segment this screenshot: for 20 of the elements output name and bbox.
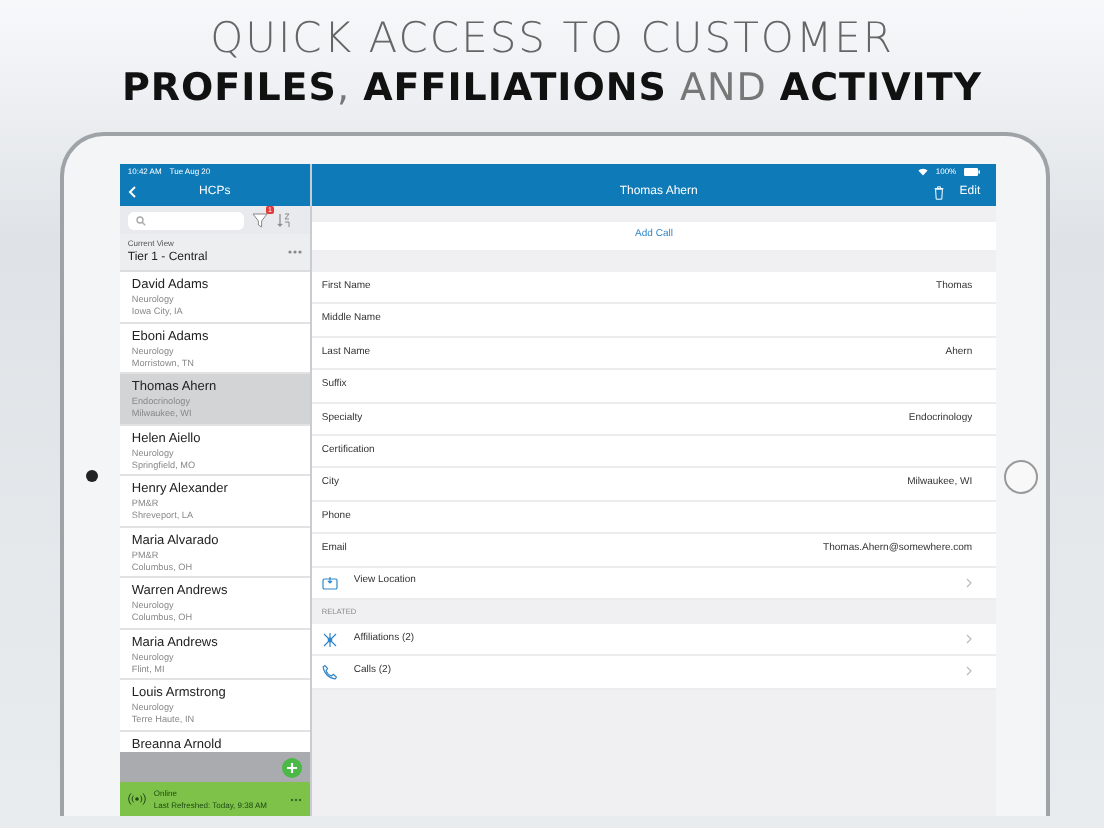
filter-icon[interactable] (251, 212, 268, 228)
phone-icon (321, 663, 338, 680)
search-icon (135, 215, 146, 225)
home-button[interactable] (1004, 459, 1039, 493)
chevron-icon (966, 634, 973, 645)
camera-icon (85, 470, 98, 482)
sort-icon[interactable] (275, 212, 290, 228)
back-icon[interactable] (127, 186, 136, 198)
add-button[interactable] (281, 757, 302, 777)
battery-icon (964, 167, 981, 175)
trash-icon[interactable] (933, 185, 944, 199)
map-icon (321, 575, 338, 590)
network-icon (321, 631, 338, 648)
signal-icon (127, 792, 146, 806)
wifi-icon (917, 167, 928, 175)
headline: QUICK ACCESS TO CUSTOMER (208, 12, 896, 64)
chevron-icon (966, 666, 973, 677)
chevron-icon (966, 577, 973, 588)
headline: PROFILES, AFFILIATIONS AND ACTIVITY (119, 64, 985, 112)
search-field[interactable] (127, 211, 244, 229)
